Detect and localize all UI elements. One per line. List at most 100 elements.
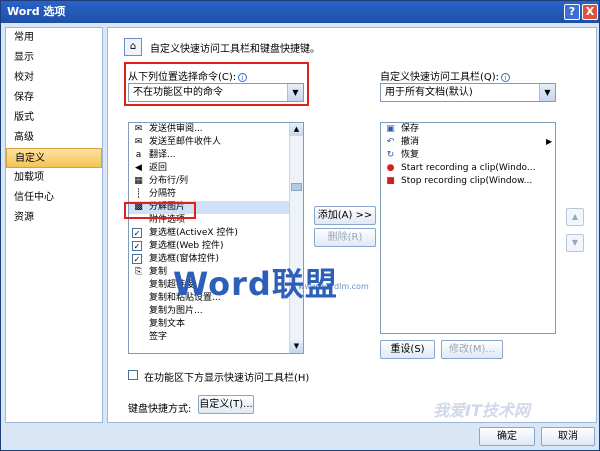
sidebar-item[interactable]: 保存 <box>6 88 102 108</box>
list-item[interactable]: ✓ 复选框(ActiveX 控件) <box>129 227 303 240</box>
chevron-down-icon[interactable]: ▼ <box>539 84 555 101</box>
list-item-label: Stop recording clip(Window... <box>401 176 533 186</box>
list-item-label: 发送至邮件收件人 <box>149 137 222 147</box>
sidebar-item[interactable]: 校对 <box>6 68 102 88</box>
list-item-label: 分隔符 <box>149 189 177 199</box>
command-icon <box>133 306 144 317</box>
list-item-label: 复选框(Web 控件) <box>149 241 224 251</box>
show-below-ribbon-label: 在功能区下方显示快速访问工具栏(H) <box>144 373 310 384</box>
list-item[interactable]: ✉ 发送供审阅... <box>129 123 303 136</box>
list-item[interactable]: 签字 <box>129 331 303 344</box>
command-icon: ▦ <box>134 176 143 186</box>
command-icon <box>133 293 144 304</box>
move-up-icon[interactable]: ▲ <box>566 208 584 226</box>
list-item-label: 恢复 <box>401 150 420 160</box>
reset-button[interactable]: 重设(S) <box>380 340 435 359</box>
right-list-expander: ▶ <box>545 123 555 333</box>
list-item-label: 保存 <box>401 124 420 134</box>
scroll-down-icon[interactable]: ▼ <box>290 340 303 353</box>
show-below-ribbon-checkbox[interactable] <box>128 370 138 380</box>
command-icon: ● <box>386 163 395 173</box>
sidebar-item[interactable]: 常用 <box>6 28 102 48</box>
list-item-label: 撤消 <box>401 137 420 147</box>
main-panel: ⌂ 自定义快速访问工具栏和键盘快捷键。 从下列位置选择命令(C): i 不在功能区… <box>107 27 597 423</box>
list-item-label: 翻译... <box>149 150 176 160</box>
checkbox-icon: ✓ <box>132 228 142 238</box>
add-button[interactable]: 添加(A) >> <box>314 206 376 225</box>
list-item-label: 返回 <box>149 163 168 173</box>
list-item[interactable]: ↻ 恢复 <box>381 149 555 162</box>
sidebar-item[interactable]: 加载项 <box>6 168 102 188</box>
highlight-box-choose <box>124 62 309 106</box>
scroll-up-icon[interactable]: ▲ <box>290 123 303 136</box>
command-icon: a <box>135 150 142 160</box>
customize-toolbar-label: 自定义快速访问工具栏(Q): i <box>380 68 511 83</box>
keyboard-shortcuts-label: 键盘快捷方式: <box>128 404 192 415</box>
command-icon: ◀ <box>135 163 142 173</box>
list-item-label: 分布行/列 <box>149 176 189 186</box>
command-icon <box>133 280 144 291</box>
modify-button[interactable]: 修改(M)... <box>441 340 503 359</box>
close-button[interactable]: X <box>582 4 598 20</box>
command-icon: ✉ <box>134 124 143 134</box>
sidebar-item[interactable]: 版式 <box>6 108 102 128</box>
highlight-box-item <box>124 202 196 219</box>
title-bar: Word 选项 ? X <box>1 1 599 23</box>
customize-toolbar-value: 用于所有文档(默认) <box>385 87 473 98</box>
customize-toolbar-label-text: 自定义快速访问工具栏(Q): <box>380 72 500 83</box>
command-icon: ■ <box>386 176 395 186</box>
command-icon: ▣ <box>386 124 395 134</box>
chevron-right-icon[interactable]: ▶ <box>546 137 552 146</box>
list-item[interactable]: ● Start recording a clip(Windo... <box>381 162 555 175</box>
window-title: Word 选项 <box>7 5 66 18</box>
customize-keyboard-button[interactable]: 自定义(T)... <box>198 395 254 414</box>
toolbar-commands-list[interactable]: ▣ 保存 ↶ 撤消 ↻ 恢复 ● Start recording a clip(Windo..… <box>380 122 556 334</box>
list-item-label: 复制 <box>149 267 168 277</box>
command-icon <box>133 319 144 330</box>
list-item-label: 复选框(ActiveX 控件) <box>149 228 238 238</box>
command-icon: ⎘ <box>134 267 143 277</box>
list-item-label: 签字 <box>149 332 168 342</box>
list-item[interactable]: ✉ 发送至邮件收件人 <box>129 136 303 149</box>
left-list-scrollbar[interactable]: ▲ ▼ <box>289 123 303 353</box>
command-icon: ┊ <box>135 189 142 199</box>
sidebar-item[interactable]: 显示 <box>6 48 102 68</box>
info-icon: i <box>501 72 511 82</box>
list-item-label: 发送供审阅... <box>149 124 203 134</box>
ok-button[interactable]: 确定 <box>479 427 535 446</box>
cancel-button[interactable]: 取消 <box>541 427 595 446</box>
sidebar-item[interactable]: 自定义 <box>6 148 102 168</box>
list-item-label: 复制为图片... <box>149 306 203 316</box>
list-item[interactable]: ↶ 撤消 <box>381 136 555 149</box>
command-icon: ↻ <box>386 150 395 160</box>
list-item[interactable]: ▣ 保存 <box>381 123 555 136</box>
help-button[interactable]: ? <box>564 4 580 20</box>
available-commands-list[interactable]: ✉ 发送供审阅... ✉ 发送至邮件收件人 a 翻译... ◀ 返回 ▦ 分布行/列 ┊ 分隔符 ▩ 分解… <box>128 122 304 354</box>
command-icon <box>133 332 144 343</box>
list-item[interactable]: ▦ 分布行/列 <box>129 175 303 188</box>
list-item[interactable]: 复制文本 <box>129 318 303 331</box>
sidebar-item[interactable]: 信任中心 <box>6 188 102 208</box>
list-item[interactable]: ◀ 返回 <box>129 162 303 175</box>
command-icon: ✉ <box>134 137 143 147</box>
word-union-watermark: Word联盟 <box>173 265 338 303</box>
list-item[interactable]: a 翻译... <box>129 149 303 162</box>
list-item[interactable]: 复制为图片... <box>129 305 303 318</box>
scroll-thumb[interactable] <box>291 183 302 191</box>
remove-button[interactable]: 删除(R) <box>314 228 376 247</box>
list-item[interactable]: ■ Stop recording clip(Window... <box>381 175 555 188</box>
command-icon: ↶ <box>386 137 395 147</box>
customize-toolbar-dropdown[interactable]: 用于所有文档(默认) ▼ <box>380 83 556 102</box>
sidebar-item[interactable]: 资源 <box>6 208 102 228</box>
list-item[interactable]: ┊ 分隔符 <box>129 188 303 201</box>
sidebar-item[interactable]: 高级 <box>6 128 102 148</box>
sidebar: 常用 显示 校对 保存 版式 高级 自定义 加载项 信任中心 资源 <box>5 27 103 423</box>
move-down-icon[interactable]: ▼ <box>566 234 584 252</box>
quick-access-toolbar-icon: ⌂ <box>124 38 142 56</box>
list-item-label: Start recording a clip(Windo... <box>401 163 536 173</box>
checkbox-icon: ✓ <box>132 241 142 251</box>
list-item[interactable]: ✓ 复选框(Web 控件) <box>129 240 303 253</box>
word-options-dialog: Word 选项 ? X 常用 显示 校对 保存 版式 高级 自定义 加载项 信任中心 资源 ⌂ 自… <box>0 0 600 451</box>
checkbox-icon: ✓ <box>132 254 142 264</box>
list-item-label: 复制文本 <box>149 319 186 329</box>
